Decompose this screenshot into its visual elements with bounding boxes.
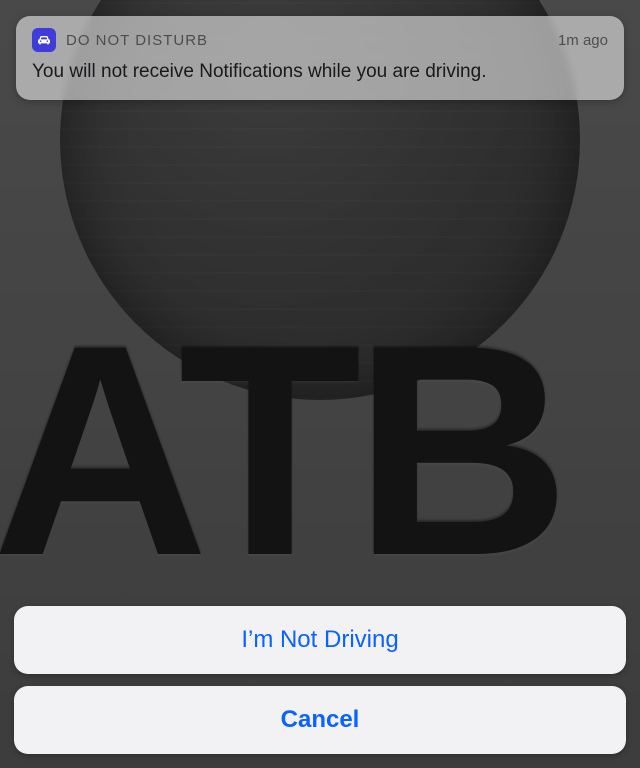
dnd-notification-banner[interactable]: DO NOT DISTURB 1m ago You will not recei… bbox=[16, 16, 624, 100]
notification-timestamp: 1m ago bbox=[558, 32, 608, 49]
notification-app-name: DO NOT DISTURB bbox=[66, 32, 208, 49]
driving-action-sheet: I’m Not Driving Cancel bbox=[14, 606, 626, 754]
notification-message: You will not receive Notifications while… bbox=[32, 60, 608, 84]
notification-header: DO NOT DISTURB 1m ago bbox=[32, 28, 608, 52]
car-icon bbox=[32, 28, 56, 52]
not-driving-button[interactable]: I’m Not Driving bbox=[14, 606, 626, 674]
cancel-button[interactable]: Cancel bbox=[14, 686, 626, 754]
